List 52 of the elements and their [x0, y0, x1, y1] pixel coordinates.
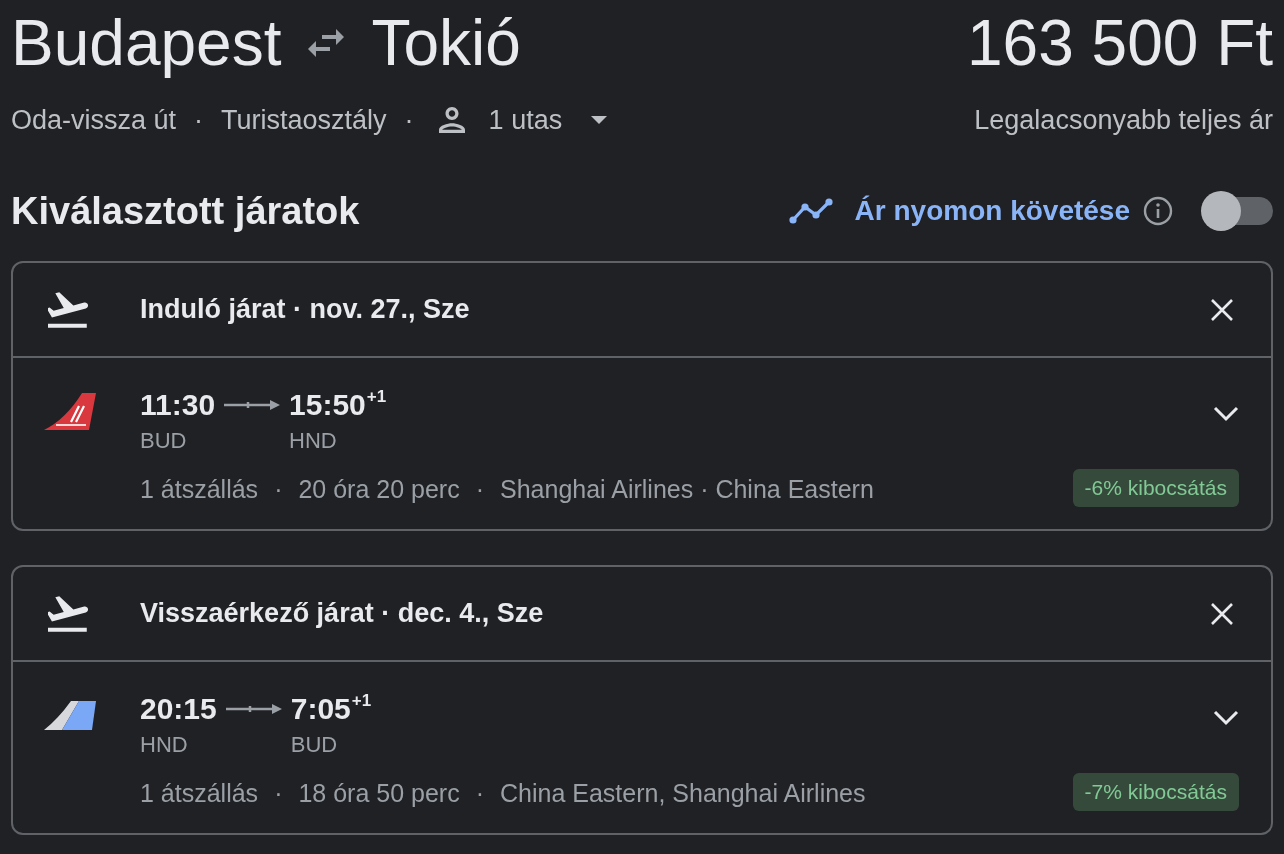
- price-tracking-label: Ár nyomon követése: [854, 194, 1130, 228]
- airline-tail-logo: [44, 393, 96, 430]
- flight-detail: 1 átszállás: [140, 778, 259, 808]
- expand-button[interactable]: [1213, 710, 1239, 726]
- flight-detail: 18 óra 50 perc: [298, 778, 460, 808]
- plane-takeoff-icon: [48, 595, 88, 632]
- arrival-airport: HND: [289, 428, 337, 454]
- flight-heading: Visszaérkező járat · dec. 4., Sze: [140, 597, 544, 631]
- departure-time: 20:15: [140, 691, 217, 727]
- chevron-icon: [1213, 710, 1239, 726]
- trip-option: Oda-vissza út: [11, 99, 177, 141]
- separator: ·: [475, 474, 484, 504]
- trend-line-icon: [788, 198, 833, 224]
- plane-takeoff-icon: [48, 291, 88, 328]
- flight-detail: 20 óra 20 perc: [298, 474, 460, 504]
- expand-button[interactable]: [1213, 406, 1239, 422]
- flight-detail: Shanghai Airlines · China Eastern: [500, 474, 874, 504]
- separator: ·: [194, 103, 204, 137]
- price-tracking-toggle[interactable]: [1201, 190, 1273, 232]
- total-price: 163 500 Ft: [967, 11, 1273, 75]
- flight-detail: China Eastern, Shanghai Airlines: [500, 778, 866, 808]
- departure-airport: BUD: [140, 428, 188, 454]
- section-heading: Kiválasztott járatok: [11, 188, 360, 234]
- departure-airport: HND: [140, 732, 189, 758]
- airline-tail-logo: [44, 699, 96, 731]
- departure-time: 11:30: [140, 387, 216, 423]
- info-icon[interactable]: [1143, 196, 1173, 226]
- arrow-icon: [224, 399, 281, 411]
- close-icon: [1210, 297, 1234, 322]
- arrow-icon: [225, 703, 282, 715]
- arrival-time: 7:05: [290, 691, 351, 727]
- arrival-airport: BUD: [290, 732, 338, 758]
- swap-arrows-icon: [307, 29, 346, 57]
- arrival-time: 15:50: [289, 387, 366, 423]
- price-note: Legalacsonyabb teljes ár: [974, 103, 1273, 137]
- passenger-dropdown[interactable]: 1 utas: [431, 99, 608, 141]
- destination-city: Tokió: [371, 11, 521, 75]
- flight-heading: Induló járat · nov. 27., Sze: [140, 293, 470, 327]
- trip-option: Turistaosztály: [221, 99, 387, 141]
- person-icon: [438, 107, 465, 133]
- caret-icon: [591, 116, 608, 124]
- separator: ·: [274, 474, 283, 504]
- flight-detail: 1 átszállás: [140, 474, 259, 504]
- day-offset: +1: [366, 387, 387, 407]
- separator: ·: [274, 778, 283, 808]
- separator: ·: [404, 103, 414, 137]
- emissions-badge: -7% kibocsátás: [1072, 773, 1239, 811]
- emissions-badge: -6% kibocsátás: [1072, 469, 1239, 507]
- separator: ·: [475, 778, 484, 808]
- close-icon: [1210, 601, 1234, 626]
- chevron-icon: [1213, 406, 1239, 422]
- day-offset: +1: [351, 691, 372, 711]
